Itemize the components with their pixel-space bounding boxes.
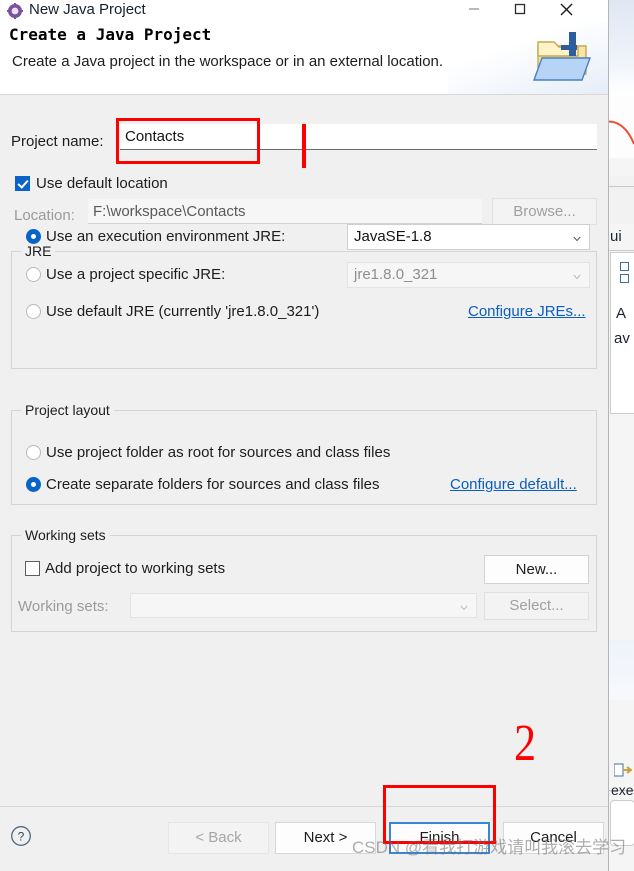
dialog-title: New Java Project (29, 1, 146, 18)
java-project-wizard-icon (528, 28, 592, 88)
execution-environment-value: JavaSE-1.8 (354, 228, 432, 245)
browse-button[interactable]: Browse... (492, 198, 597, 225)
configure-default-link[interactable]: Configure default... (450, 476, 577, 493)
radio-default-jre[interactable] (26, 304, 41, 319)
add-to-working-sets-checkbox[interactable] (25, 561, 40, 576)
next-button[interactable]: Next > (275, 822, 376, 854)
radio-execution-environment-jre-label: Use an execution environment JRE: (46, 228, 285, 245)
background-tree-node-icon (620, 274, 629, 283)
dialog-titlebar: New Java Project (0, 0, 608, 22)
background-tree-node-icon (620, 262, 629, 271)
project-layout-group-title: Project layout (21, 402, 114, 418)
help-icon[interactable]: ? (10, 825, 32, 847)
cancel-button[interactable]: Cancel (503, 822, 604, 854)
radio-separate-folders-label: Create separate folders for sources and … (46, 476, 380, 493)
close-button[interactable] (544, 0, 590, 16)
svg-text:?: ? (18, 830, 25, 844)
project-specific-jre-combo[interactable]: jre1.8.0_321 (347, 262, 590, 288)
radio-project-specific-jre-label: Use a project specific JRE: (46, 266, 225, 283)
location-label: Location: (14, 207, 75, 224)
background-lower-gradient (608, 640, 634, 700)
dialog-body: Project name: Use default location Locat… (0, 95, 608, 807)
working-sets-group-title: Working sets (21, 527, 110, 543)
jre-group-title: JRE (21, 243, 55, 259)
background-text-exe: exe (611, 782, 634, 798)
project-name-input[interactable] (120, 124, 597, 150)
page-subtitle: Create a Java project in the workspace o… (12, 53, 443, 70)
location-input[interactable] (88, 199, 482, 224)
radio-default-jre-label: Use default JRE (currently 'jre1.8.0_321… (46, 303, 319, 320)
working-sets-combo[interactable] (130, 593, 477, 618)
screenshot-root: ui A av exe (0, 0, 634, 871)
radio-execution-environment-jre[interactable] (26, 229, 41, 244)
radio-separate-folders[interactable] (26, 477, 41, 492)
maximize-button[interactable] (498, 0, 544, 16)
back-button[interactable]: < Back (168, 822, 269, 854)
radio-project-folder-root[interactable] (26, 445, 41, 460)
dialog-footer: ? < Back Next > Finish Cancel (0, 806, 608, 871)
project-specific-jre-value: jre1.8.0_321 (354, 266, 437, 283)
background-header-gradient (609, 0, 634, 96)
background-separator (609, 250, 634, 251)
background-band (609, 176, 634, 224)
dialog-header: Create a Java Project Create a Java proj… (0, 22, 608, 95)
minimize-button[interactable] (452, 0, 498, 16)
finish-button[interactable]: Finish (389, 822, 490, 854)
chevron-down-icon (573, 273, 581, 281)
project-name-label: Project name: (11, 133, 104, 150)
chevron-down-icon (573, 235, 581, 243)
background-text-ui: ui (610, 228, 622, 245)
select-working-set-button[interactable]: Select... (484, 592, 589, 620)
radio-project-folder-root-label: Use project folder as root for sources a… (46, 444, 390, 461)
chevron-down-icon (460, 604, 468, 612)
working-sets-label: Working sets: (18, 598, 109, 615)
radio-project-specific-jre[interactable] (26, 267, 41, 282)
background-export-icon (614, 763, 632, 777)
new-working-set-button[interactable]: New... (484, 555, 589, 584)
configure-jres-link[interactable]: Configure JREs... (468, 303, 586, 320)
background-text-a: A (616, 305, 626, 322)
java-project-icon (7, 3, 23, 19)
background-tooltip-panel (610, 800, 634, 846)
new-java-project-dialog: New Java Project Create a Java Project C… (0, 0, 609, 871)
execution-environment-combo[interactable]: JavaSE-1.8 (347, 224, 590, 250)
background-text-av: av (614, 330, 630, 347)
add-to-working-sets-label: Add project to working sets (45, 560, 225, 577)
use-default-location-checkbox[interactable] (15, 176, 30, 191)
background-red-arc (608, 118, 634, 148)
page-title: Create a Java Project (9, 25, 211, 44)
use-default-location-label: Use default location (36, 175, 168, 192)
background-separator (609, 186, 634, 187)
